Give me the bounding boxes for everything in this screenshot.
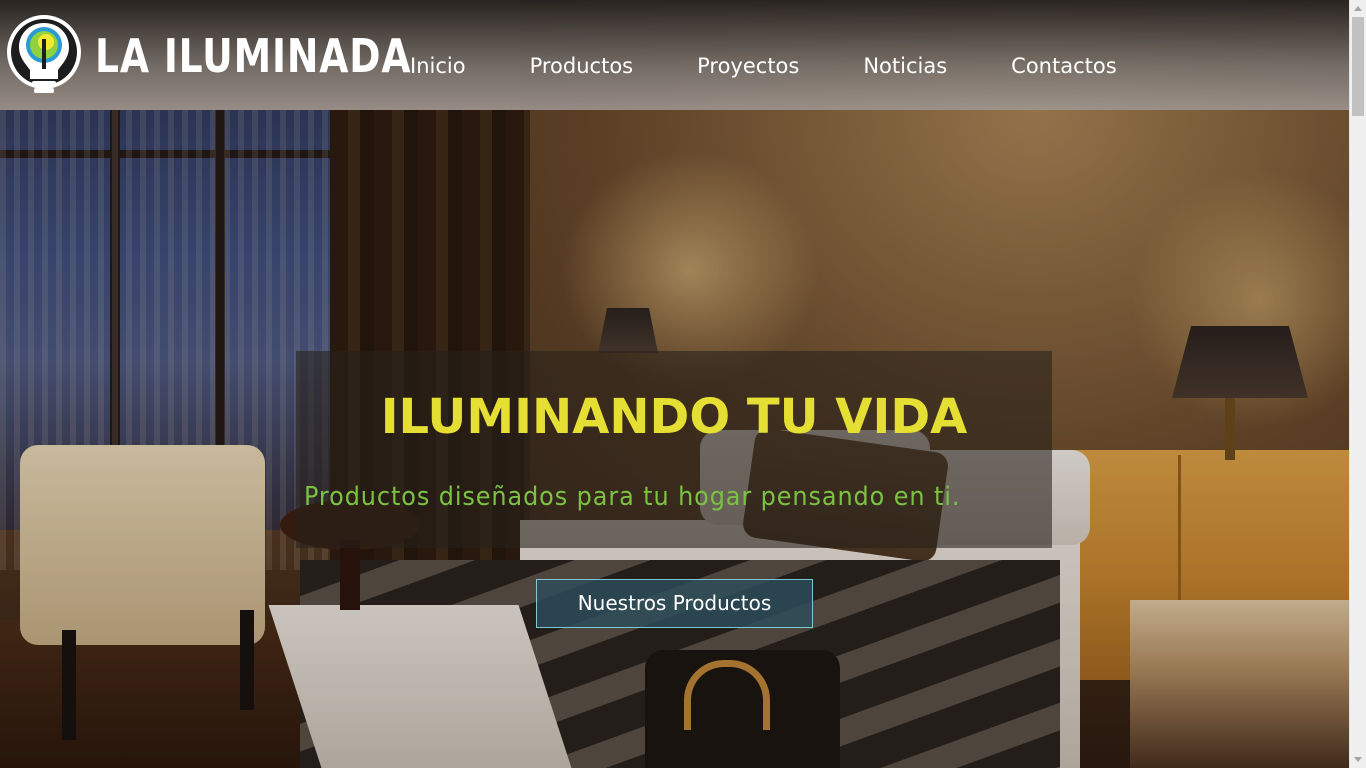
main-nav: Inicio Productos Proyectos Noticias Cont… <box>410 54 1181 78</box>
scroll-down-arrow-icon[interactable] <box>1350 751 1366 768</box>
lightbulb-logo-icon <box>7 15 81 93</box>
site-header: LA ILUMINADA Inicio Productos Proyectos … <box>0 0 1349 110</box>
hero-subtitle: Productos diseñados para tu hogar pensan… <box>304 482 961 512</box>
scroll-up-arrow-icon[interactable] <box>1350 0 1366 17</box>
hero-title: ILUMINANDO TU VIDA <box>380 389 968 445</box>
nav-item-noticias[interactable]: Noticias <box>863 54 947 78</box>
scrollbar-thumb[interactable] <box>1352 17 1364 116</box>
nav-item-proyectos[interactable]: Proyectos <box>697 54 799 78</box>
nav-item-inicio[interactable]: Inicio <box>410 54 466 78</box>
brand-logo-link[interactable]: LA ILUMINADA <box>5 8 411 104</box>
vertical-scrollbar[interactable] <box>1349 0 1366 768</box>
our-products-button[interactable]: Nuestros Productos <box>536 579 813 628</box>
hero-caption-box: ILUMINANDO TU VIDA Productos diseñados p… <box>296 351 1052 548</box>
nav-item-productos[interactable]: Productos <box>530 54 634 78</box>
brand-name: LA ILUMINADA <box>95 29 412 83</box>
nav-item-contactos[interactable]: Contactos <box>1011 54 1117 78</box>
